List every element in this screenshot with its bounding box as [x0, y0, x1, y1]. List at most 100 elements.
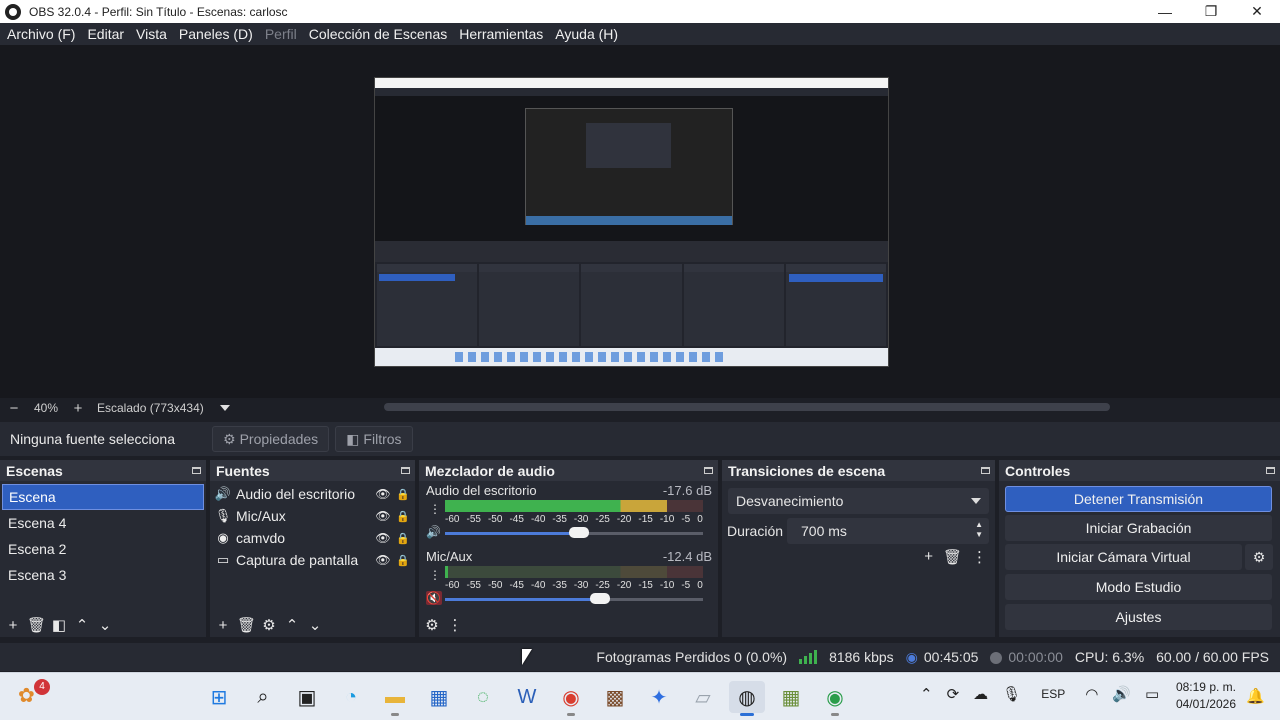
minimize-button[interactable]: —	[1142, 0, 1188, 23]
filter-icon[interactable]: ◧	[50, 616, 68, 634]
source-item[interactable]: ▭ Captura de pantalla 👁 🔒	[214, 549, 411, 571]
advanced-audio-icon[interactable]: ⚙	[423, 616, 441, 634]
duration-input[interactable]: 700 ms ▲ ▼	[787, 518, 989, 544]
properties-button[interactable]: ⚙ Propiedades	[212, 426, 330, 452]
start-icon[interactable]: ⊞	[201, 681, 237, 713]
stop-streaming-button[interactable]: Detener Transmisión	[1005, 486, 1272, 512]
preview-canvas[interactable]	[374, 77, 889, 367]
whatsapp-icon[interactable]: ◌	[465, 681, 501, 713]
wifi-icon[interactable]: ◠	[1085, 685, 1098, 703]
chevron-down-icon	[971, 498, 981, 504]
trash-icon[interactable]: 🗑	[943, 548, 962, 566]
battery-icon[interactable]: ▭	[1145, 685, 1159, 703]
settings-button[interactable]: Ajustes	[1005, 604, 1272, 630]
menu-edit[interactable]: Editar	[81, 26, 130, 42]
lock-icon[interactable]: 🔒	[395, 488, 411, 501]
undock-icon[interactable]	[981, 467, 990, 474]
kebab-menu-icon[interactable]: ⋮	[446, 616, 464, 634]
notes-icon[interactable]: ▱	[685, 681, 721, 713]
widgets-button[interactable]: ✿ 4	[18, 679, 50, 711]
photo-app-icon[interactable]: ▩	[597, 681, 633, 713]
sync-icon[interactable]: ⟳	[947, 685, 960, 703]
zoom-out-button[interactable]: −	[0, 400, 28, 417]
preview-area[interactable]	[0, 45, 1280, 398]
cloud-icon[interactable]: ☁	[973, 685, 988, 703]
undock-icon[interactable]	[401, 467, 410, 474]
gear-icon[interactable]: ⚙	[260, 616, 278, 634]
obs-taskbar-icon[interactable]: ◍	[729, 681, 765, 716]
arrow-down-icon[interactable]: ⌄	[306, 616, 324, 634]
arrow-up-icon[interactable]: ⌃	[73, 616, 91, 634]
chrome-icon[interactable]: ◉	[553, 681, 589, 716]
lock-icon[interactable]: 🔒	[395, 510, 411, 523]
virtual-camera-settings-icon[interactable]: ⚙	[1245, 544, 1273, 570]
start-recording-button[interactable]: Iniciar Grabación	[1005, 515, 1272, 541]
microsoft-store-icon[interactable]: ▦	[421, 681, 457, 713]
volume-slider[interactable]	[445, 527, 703, 538]
minecraft-icon[interactable]: ▦	[773, 681, 809, 713]
eye-icon[interactable]: 👁	[375, 509, 391, 523]
studio-mode-button[interactable]: Modo Estudio	[1005, 574, 1272, 600]
maximize-button[interactable]: ❐	[1188, 0, 1234, 23]
scene-item[interactable]: Escena	[2, 484, 204, 510]
spinner-icon[interactable]: ▲ ▼	[975, 520, 983, 540]
microphone-icon[interactable]: 🎙	[1002, 685, 1021, 703]
add-icon[interactable]: +	[214, 617, 232, 634]
file-explorer-icon[interactable]: ▬	[377, 681, 413, 716]
filters-button[interactable]: ◧ Filtros	[335, 426, 413, 452]
trash-icon[interactable]: 🗑	[237, 616, 256, 634]
chevron-up-icon[interactable]: ⌃	[920, 685, 933, 703]
search-icon[interactable]: ⌕	[245, 681, 281, 713]
lock-icon[interactable]: 🔒	[395, 532, 411, 545]
eye-icon[interactable]: 👁	[375, 487, 391, 501]
word-icon[interactable]: W	[509, 681, 545, 713]
messenger-icon[interactable]: ✦	[641, 681, 677, 713]
menu-docks[interactable]: Paneles (D)	[173, 26, 259, 42]
scene-item[interactable]: Escena 2	[2, 536, 204, 562]
undock-icon[interactable]	[704, 467, 713, 474]
scaling-dropdown-icon[interactable]	[219, 405, 230, 411]
meter-tick-label: -5	[681, 514, 691, 525]
scene-item[interactable]: Escena 4	[2, 510, 204, 536]
kebab-menu-icon[interactable]: ⋮	[429, 502, 441, 516]
notification-bell-icon[interactable]: 🔔	[1246, 687, 1265, 705]
add-icon[interactable]: +	[4, 617, 22, 634]
scene-item[interactable]: Escena 3	[2, 562, 204, 588]
start-virtual-camera-button[interactable]: Iniciar Cámara Virtual	[1005, 544, 1242, 570]
kebab-menu-icon[interactable]: ⋮	[429, 568, 441, 582]
menu-scene-collection[interactable]: Colección de Escenas	[303, 26, 454, 42]
undock-icon[interactable]	[192, 467, 201, 474]
language-indicator[interactable]: ESP	[1041, 687, 1065, 701]
speaker-icon[interactable]: 🔊	[426, 525, 442, 539]
duration-value: 700 ms	[801, 523, 847, 539]
lock-icon[interactable]: 🔒	[395, 554, 411, 567]
meter-tick-label: -40	[530, 514, 546, 525]
arrow-down-icon[interactable]: ⌄	[96, 616, 114, 634]
transition-select[interactable]: Desvanecimiento	[728, 488, 989, 514]
chrome-profile-icon[interactable]: ◉	[817, 681, 853, 716]
preview-horizontal-scrollbar[interactable]	[384, 403, 1110, 411]
menu-file[interactable]: Archivo (F)	[1, 26, 81, 42]
window-title: OBS 32.0.4 - Perfil: Sin Título - Escena…	[29, 4, 288, 19]
muted-speaker-icon[interactable]: 🔇	[426, 591, 442, 605]
menu-tools[interactable]: Herramientas	[453, 26, 549, 42]
undock-icon[interactable]	[1266, 467, 1275, 474]
eye-icon[interactable]: 👁	[375, 553, 391, 567]
add-icon[interactable]: +	[924, 548, 933, 566]
volume-slider[interactable]	[445, 593, 703, 604]
menu-view[interactable]: Vista	[130, 26, 173, 42]
arrow-up-icon[interactable]: ⌃	[283, 616, 301, 634]
task-view-icon[interactable]: ▣	[289, 681, 325, 713]
eye-icon[interactable]: 👁	[375, 531, 391, 545]
clock[interactable]: 08:19 p. m. 04/01/2026	[1168, 679, 1236, 713]
source-item[interactable]: 🎙 Mic/Aux 👁 🔒	[214, 505, 411, 527]
source-item[interactable]: ◉ camvdo 👁 🔒	[214, 527, 411, 549]
source-item[interactable]: 🔊 Audio del escritorio 👁 🔒	[214, 483, 411, 505]
zoom-in-button[interactable]: +	[64, 400, 92, 417]
edge-icon[interactable]: ◔	[333, 681, 369, 713]
kebab-menu-icon[interactable]: ⋮	[972, 548, 987, 566]
trash-icon[interactable]: 🗑	[27, 616, 46, 634]
close-button[interactable]: ✕	[1234, 0, 1280, 23]
volume-icon[interactable]: 🔊	[1112, 685, 1131, 703]
menu-help[interactable]: Ayuda (H)	[549, 26, 624, 42]
